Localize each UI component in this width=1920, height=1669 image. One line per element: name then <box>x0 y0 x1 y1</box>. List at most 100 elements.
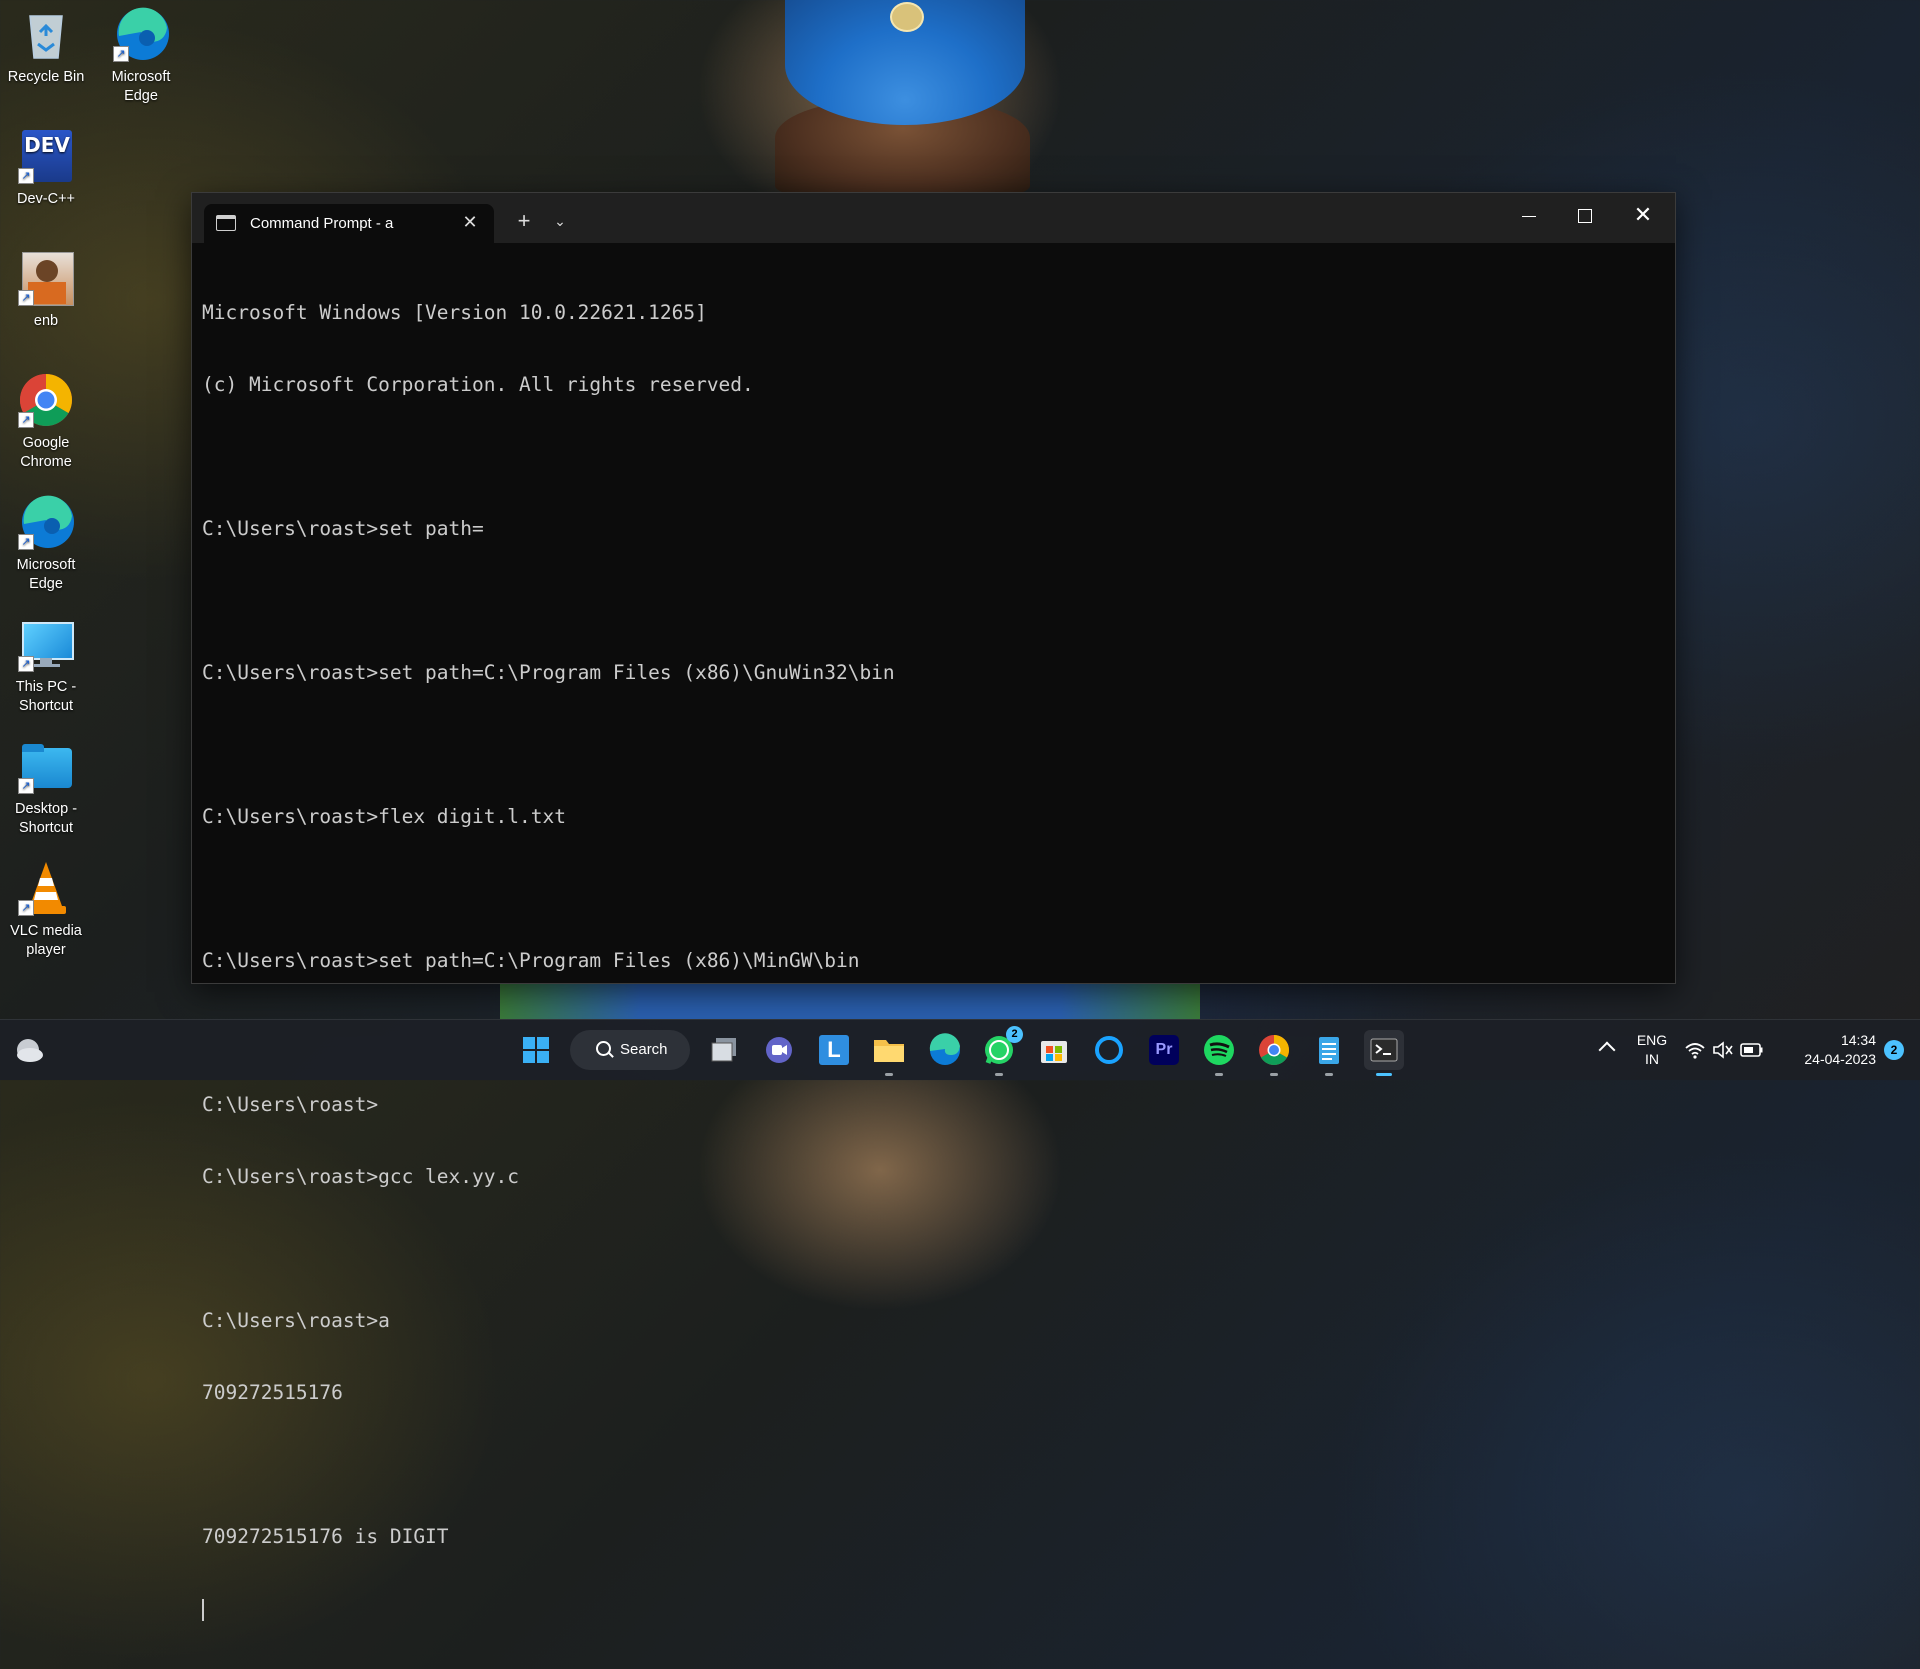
taskbar-edge[interactable] <box>924 1030 964 1070</box>
running-indicator <box>885 1073 893 1076</box>
console-line: C:\Users\roast>a <box>202 1309 390 1332</box>
edge-icon: ↗ <box>113 6 169 62</box>
desktop-icon-edge-1[interactable]: ↗ Microsoft Edge <box>95 6 187 106</box>
chevron-up-icon <box>1598 1041 1616 1059</box>
search-label: Search <box>620 1041 668 1058</box>
cap-logo <box>890 2 924 32</box>
title-bar[interactable]: Command Prompt - a ✕ + ⌄ ✕ <box>192 193 1675 243</box>
recycle-bin-icon <box>18 6 74 62</box>
folder-icon <box>874 1040 904 1062</box>
taskbar-start[interactable] <box>516 1030 556 1070</box>
show-hidden-icons-button[interactable] <box>1596 1020 1620 1080</box>
windows-logo-icon <box>523 1037 549 1063</box>
folder-icon: ↗ <box>18 738 74 794</box>
active-indicator <box>1376 1073 1392 1076</box>
tab-close-icon[interactable]: ✕ <box>460 212 480 232</box>
console-line: C:\Users\roast>set path= <box>202 517 484 540</box>
monitor-icon: ↗ <box>18 616 74 672</box>
text-cursor <box>202 1599 204 1621</box>
taskbar-premiere[interactable]: Pr <box>1144 1030 1184 1070</box>
console-line: C:\Users\roast>set path=C:\Program Files… <box>202 949 860 972</box>
clock-time: 14:34 <box>1840 1032 1876 1048</box>
running-indicator <box>1215 1073 1223 1076</box>
desktop-icon-enb[interactable]: ↗ enb <box>0 250 92 331</box>
desktop-icon-devcpp[interactable]: DEV ↗ Dev-C++ <box>0 128 92 209</box>
running-indicator <box>1325 1073 1333 1076</box>
running-indicator <box>995 1073 1003 1076</box>
quick-settings[interactable] <box>1684 1020 1764 1080</box>
shortcut-arrow-icon: ↗ <box>18 290 34 306</box>
battery-icon <box>1740 1043 1763 1057</box>
taskbar-terminal[interactable] <box>1364 1030 1404 1076</box>
desktop-icon-desktop-shortcut[interactable]: ↗ Desktop - Shortcut <box>0 738 92 838</box>
taskbar-cortana[interactable] <box>1089 1030 1129 1070</box>
language-indicator[interactable]: ENG IN <box>1630 1020 1674 1080</box>
shortcut-arrow-icon: ↗ <box>18 656 34 672</box>
l-app-icon: L <box>827 1037 841 1062</box>
tab-command-prompt[interactable]: Command Prompt - a ✕ <box>204 204 494 243</box>
enb-icon: ↗ <box>18 250 74 306</box>
desktop-icon-label: enb <box>33 313 59 329</box>
desktop-icon-vlc[interactable]: ↗ VLC media player <box>0 860 92 960</box>
console-line: C:\Users\roast>gcc lex.yy.c <box>202 1165 519 1188</box>
terminal-icon <box>1370 1038 1398 1062</box>
terminal-window[interactable]: Command Prompt - a ✕ + ⌄ ✕ Microsoft Win… <box>191 192 1676 1621</box>
chrome-icon <box>1259 1035 1290 1066</box>
clock-date: 24-04-2023 <box>1804 1051 1876 1067</box>
taskbar-store[interactable] <box>1034 1030 1074 1070</box>
desktop-icon-label: VLC media player <box>10 923 82 958</box>
chat-icon <box>766 1037 792 1063</box>
taskbar-whatsapp[interactable]: 2 <box>979 1026 1023 1076</box>
taskbar-task-view[interactable] <box>704 1030 744 1070</box>
cortana-icon <box>1095 1036 1123 1064</box>
premiere-icon: Pr <box>1155 1041 1173 1058</box>
new-tab-button[interactable]: + <box>510 207 538 235</box>
console-prompt-line[interactable] <box>202 1597 1665 1621</box>
console-line: Microsoft Windows [Version 10.0.22621.12… <box>202 301 707 324</box>
chevron-down-icon[interactable]: ⌄ <box>548 209 572 233</box>
store-icon <box>1041 1041 1067 1063</box>
spotify-icon <box>1204 1035 1234 1065</box>
notification-center[interactable]: 2 <box>1876 1020 1916 1080</box>
desktop-icon-chrome[interactable]: ↗ Google Chrome <box>0 372 92 472</box>
close-button[interactable]: ✕ <box>1615 195 1671 235</box>
desktop-icon-edge-2[interactable]: ↗ Microsoft Edge <box>0 494 92 594</box>
desktop-icon-label: Desktop - Shortcut <box>14 801 78 836</box>
desktop-icon-label: Microsoft Edge <box>111 69 171 104</box>
shortcut-arrow-icon: ↗ <box>18 168 34 184</box>
shortcut-arrow-icon: ↗ <box>113 46 129 62</box>
maximize-button[interactable] <box>1557 195 1613 235</box>
close-icon: ✕ <box>1633 202 1653 227</box>
desktop-icon-recycle-bin[interactable]: Recycle Bin <box>0 6 92 87</box>
taskbar-launcher-l[interactable]: L <box>814 1030 854 1070</box>
taskbar-teams-chat[interactable] <box>759 1030 799 1070</box>
taskbar-search[interactable]: Search <box>570 1030 690 1070</box>
console-line: C:\Users\roast>set path=C:\Program Files… <box>202 661 895 684</box>
edge-icon: ↗ <box>18 494 74 550</box>
minimize-button[interactable] <box>1501 195 1557 235</box>
desktop-icon-label: Microsoft Edge <box>16 557 76 592</box>
cloud-icon <box>17 1039 43 1062</box>
search-icon <box>596 1041 611 1056</box>
region-code: IN <box>1645 1051 1659 1067</box>
console-output[interactable]: Microsoft Windows [Version 10.0.22621.12… <box>202 253 1665 1621</box>
taskbar-chrome[interactable] <box>1254 1030 1294 1076</box>
taskbar-file-explorer[interactable] <box>869 1030 909 1076</box>
console-line: 709272515176 <box>202 1381 343 1404</box>
taskbar-notepad[interactable] <box>1309 1030 1349 1076</box>
taskbar-spotify[interactable] <box>1199 1030 1239 1076</box>
maximize-icon <box>1578 209 1592 224</box>
shortcut-arrow-icon: ↗ <box>18 778 34 794</box>
notepad-icon <box>1319 1037 1339 1064</box>
wifi-icon <box>1685 1043 1705 1059</box>
clock[interactable]: 14:34 24-04-2023 <box>1782 1020 1876 1080</box>
language-code: ENG <box>1636 1032 1668 1048</box>
weather-widget[interactable] <box>8 1030 48 1070</box>
desktop-icon-this-pc[interactable]: ↗ This PC - Shortcut <box>0 616 92 716</box>
devcpp-icon: DEV ↗ <box>18 128 74 184</box>
